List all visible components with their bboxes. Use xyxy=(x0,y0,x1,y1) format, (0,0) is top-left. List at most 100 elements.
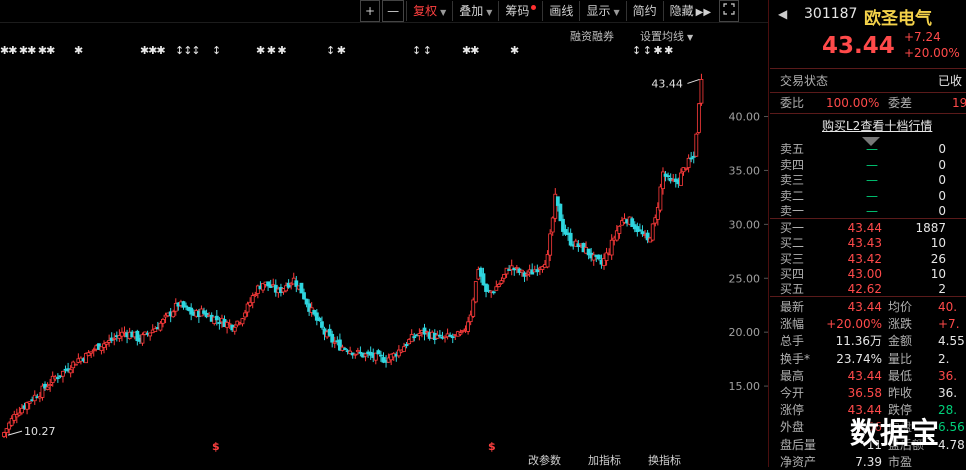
candle[interactable] xyxy=(650,223,655,241)
candle[interactable] xyxy=(504,267,509,275)
candle[interactable] xyxy=(61,370,65,377)
event-marker[interactable]: ↕ ↕ ✱ ✱ xyxy=(632,44,673,57)
candle[interactable] xyxy=(402,346,406,352)
candle[interactable] xyxy=(214,315,219,321)
candle[interactable] xyxy=(148,332,153,337)
candle[interactable] xyxy=(320,321,324,328)
candle[interactable] xyxy=(502,274,506,279)
event-marker[interactable]: ✱✱ ✱✱ ✱✱ xyxy=(0,44,55,57)
candle[interactable] xyxy=(409,334,414,343)
candle[interactable] xyxy=(68,369,73,374)
candle[interactable] xyxy=(355,350,360,353)
candle[interactable] xyxy=(89,351,94,354)
indicator-tab[interactable]: 换指标 xyxy=(648,453,681,467)
candle[interactable] xyxy=(227,323,232,326)
display-dropdown[interactable]: 显示 ▼ xyxy=(579,1,625,21)
set-ma-link[interactable]: 设置均线 ▼ xyxy=(640,28,693,44)
candle[interactable] xyxy=(466,321,471,332)
chips-button[interactable]: 筹码 xyxy=(498,1,542,21)
candle[interactable] xyxy=(548,233,553,256)
candle[interactable] xyxy=(417,333,422,336)
candle[interactable] xyxy=(232,326,237,332)
candle[interactable] xyxy=(243,312,247,318)
candle[interactable] xyxy=(568,232,573,246)
candle[interactable] xyxy=(161,318,165,324)
event-marker[interactable]: ↕ xyxy=(212,44,221,57)
candle[interactable] xyxy=(343,348,347,350)
indicator-tab[interactable]: 加指标 xyxy=(588,453,621,467)
candle[interactable] xyxy=(332,341,337,344)
candle[interactable] xyxy=(481,273,486,286)
hide-button[interactable]: 隐藏 ▶▶ xyxy=(662,1,717,21)
candle[interactable] xyxy=(448,334,453,337)
candle[interactable] xyxy=(686,157,691,168)
candle[interactable] xyxy=(617,225,622,234)
candle[interactable] xyxy=(353,353,358,356)
candle[interactable] xyxy=(17,412,22,416)
candle[interactable] xyxy=(545,254,550,268)
candlestick-chart[interactable]: 40.00 35.00 30.00 25.00 20.00 15.00 43.44 10.27… xyxy=(0,58,768,467)
candle[interactable] xyxy=(471,299,476,317)
candle[interactable] xyxy=(514,267,519,269)
draw-line-button[interactable]: 画线 xyxy=(542,1,579,21)
event-marker[interactable]: ✱ xyxy=(510,44,519,57)
event-marker[interactable]: ↕↕↕ xyxy=(175,44,201,57)
candle[interactable] xyxy=(304,298,309,305)
candle[interactable] xyxy=(666,175,671,178)
candle[interactable] xyxy=(317,317,322,321)
candle[interactable] xyxy=(404,343,409,347)
candle[interactable] xyxy=(535,269,540,273)
prev-stock-icon[interactable]: ◀ xyxy=(778,7,787,21)
margin-trading-link[interactable]: 融资融券 xyxy=(570,28,614,44)
candle[interactable] xyxy=(2,432,6,437)
candle[interactable] xyxy=(461,330,465,332)
candle[interactable] xyxy=(45,386,50,390)
event-marker[interactable]: ↕ ↕ xyxy=(412,44,432,57)
candle[interactable] xyxy=(73,363,78,366)
candle[interactable] xyxy=(91,349,96,352)
candle[interactable] xyxy=(684,167,688,170)
candle[interactable] xyxy=(299,282,304,294)
candle[interactable] xyxy=(379,354,383,357)
candle[interactable] xyxy=(250,295,255,304)
candle[interactable] xyxy=(499,280,504,284)
candle[interactable] xyxy=(494,286,499,291)
candle[interactable] xyxy=(696,103,701,133)
candle[interactable] xyxy=(422,327,427,335)
candle[interactable] xyxy=(140,334,145,344)
event-marker[interactable]: ✱✱ xyxy=(462,44,479,57)
l2-upgrade-link[interactable]: 购买L2查看十档行情 xyxy=(822,118,932,134)
candle[interactable] xyxy=(640,231,645,235)
overlay-dropdown[interactable]: 叠加 ▼ xyxy=(452,1,498,21)
candle[interactable] xyxy=(491,291,496,294)
candle[interactable] xyxy=(48,384,53,387)
zoom-out-button[interactable]: — xyxy=(382,0,405,22)
candle[interactable] xyxy=(525,273,529,276)
candle[interactable] xyxy=(473,281,478,303)
fullscreen-icon[interactable] xyxy=(719,0,740,22)
candle[interactable] xyxy=(330,333,335,343)
candle[interactable] xyxy=(520,269,524,273)
event-marker[interactable]: ↕ ✱ xyxy=(326,44,346,57)
candle[interactable] xyxy=(637,229,642,232)
candle[interactable] xyxy=(171,311,176,318)
candle[interactable] xyxy=(412,336,417,339)
candle[interactable] xyxy=(184,305,188,308)
candle[interactable] xyxy=(55,377,60,379)
candle[interactable] xyxy=(689,157,694,160)
simple-mode-button[interactable]: 简约 xyxy=(625,1,663,21)
candle[interactable] xyxy=(253,294,258,297)
candle[interactable] xyxy=(217,322,222,324)
candle[interactable] xyxy=(699,79,704,104)
event-marker[interactable]: ✱ ✱ ✱ xyxy=(256,44,287,57)
candle[interactable] xyxy=(694,133,699,157)
event-marker[interactable]: ✱ xyxy=(74,44,83,57)
candle[interactable] xyxy=(458,332,463,335)
candle[interactable] xyxy=(550,217,555,233)
candle[interactable] xyxy=(658,186,663,211)
candle[interactable] xyxy=(363,353,368,357)
candle[interactable] xyxy=(240,318,245,325)
candle[interactable] xyxy=(496,283,501,287)
candle[interactable] xyxy=(609,239,614,256)
candle[interactable] xyxy=(679,172,683,186)
